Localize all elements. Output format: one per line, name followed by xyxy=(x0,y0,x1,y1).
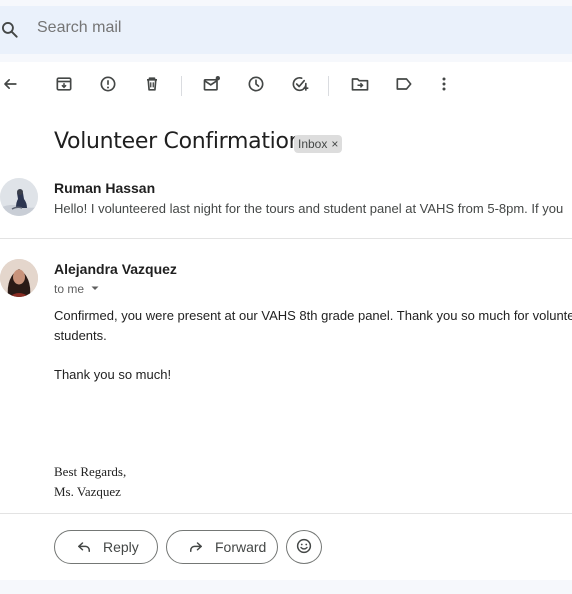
more-vert-icon[interactable] xyxy=(434,74,454,94)
message-divider xyxy=(0,513,572,514)
label-text: Inbox xyxy=(298,137,328,151)
reply-button[interactable]: Reply xyxy=(54,530,158,564)
message-body-line: Thank you so much! xyxy=(54,367,172,382)
message-body-line: students. xyxy=(54,328,107,343)
reply-icon xyxy=(75,537,93,558)
toolbar xyxy=(0,62,572,110)
delete-icon[interactable] xyxy=(142,74,162,94)
label-icon[interactable] xyxy=(394,74,414,94)
mark-unread-icon[interactable] xyxy=(202,74,222,94)
sender-name[interactable]: Ruman Hassan xyxy=(54,180,155,196)
emoji-icon xyxy=(295,537,313,558)
remove-label-icon[interactable]: × xyxy=(331,137,338,151)
inbox-label-chip[interactable]: Inbox × xyxy=(294,135,343,153)
forward-icon xyxy=(187,537,205,558)
search-bar[interactable] xyxy=(0,6,572,54)
forward-button[interactable]: Forward xyxy=(166,530,278,564)
add-task-icon[interactable] xyxy=(290,74,310,94)
message-snippet[interactable]: Hello! I volunteered last night for the … xyxy=(54,201,563,216)
toolbar-divider xyxy=(328,76,329,96)
archive-icon[interactable] xyxy=(54,74,74,94)
back-arrow-icon[interactable] xyxy=(0,74,20,94)
recipient-text: to me xyxy=(54,282,85,296)
reply-label: Reply xyxy=(103,539,139,555)
sender-name[interactable]: Alejandra Vazquez xyxy=(54,261,177,277)
report-spam-icon[interactable] xyxy=(98,74,118,94)
message-divider xyxy=(0,238,572,239)
message-panel: Volunteer Confirmation Inbox × Ruman Has… xyxy=(0,62,572,580)
emoji-reaction-button[interactable] xyxy=(286,530,322,564)
message-body-line: Confirmed, you were present at our VAHS … xyxy=(54,308,572,323)
chevron-down-icon[interactable] xyxy=(90,282,100,296)
toolbar-divider xyxy=(181,76,182,96)
search-input[interactable] xyxy=(37,19,437,37)
search-icon[interactable] xyxy=(0,20,20,40)
move-to-icon[interactable] xyxy=(350,74,370,94)
email-subject: Volunteer Confirmation xyxy=(54,129,303,154)
avatar[interactable] xyxy=(0,178,38,216)
recipient-details[interactable]: to me xyxy=(54,282,100,296)
signature-line: Best Regards, xyxy=(54,464,127,479)
forward-label: Forward xyxy=(215,539,267,555)
snooze-icon[interactable] xyxy=(246,74,266,94)
avatar[interactable] xyxy=(0,259,38,297)
signature-line: Ms. Vazquez xyxy=(54,484,121,499)
